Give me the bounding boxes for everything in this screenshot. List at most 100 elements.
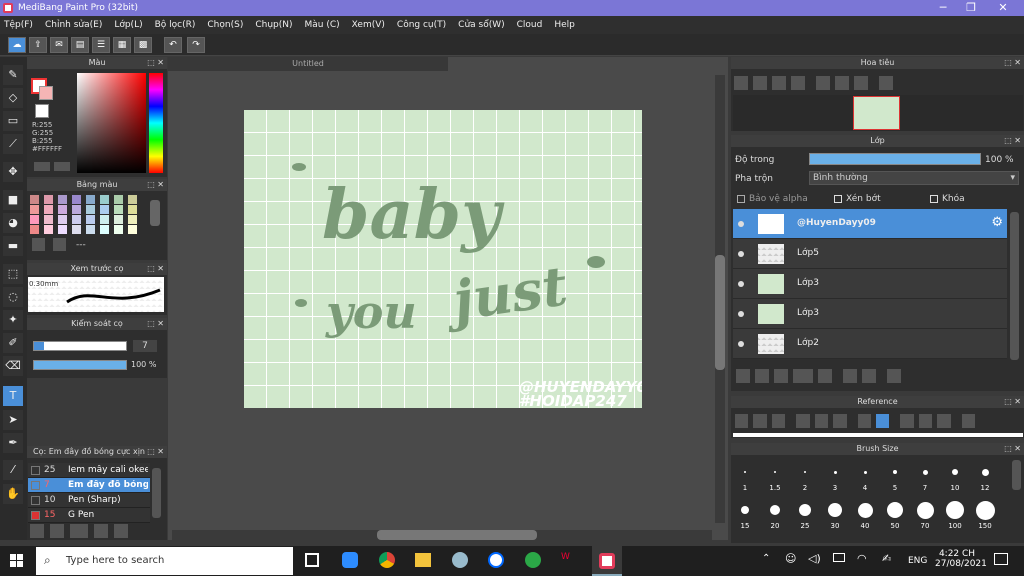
menu-view[interactable]: Xem(V) <box>352 20 385 30</box>
close-button[interactable]: ✕ <box>988 0 1018 16</box>
palette-swatch[interactable] <box>100 195 109 204</box>
paint-icon[interactable] <box>452 552 468 568</box>
brush-size-dot[interactable] <box>744 471 746 473</box>
zoom-out-icon[interactable] <box>791 76 805 90</box>
zoom-app-icon[interactable] <box>342 552 358 568</box>
new-halftone-layer-icon[interactable] <box>755 369 769 383</box>
brush-size-slider[interactable] <box>33 341 127 351</box>
select-eraser-icon[interactable]: ⌫ <box>3 356 23 376</box>
pen-icon[interactable]: ✍ <box>882 552 891 565</box>
dropper-tool-icon[interactable]: ✒ <box>3 433 23 453</box>
hand-tool-icon[interactable]: ✋ <box>3 484 23 504</box>
transparent-color-swatch[interactable] <box>35 104 49 118</box>
palette-swatch[interactable] <box>72 195 81 204</box>
brush-list-item[interactable]: 25 Iem mây cali okee <box>28 463 150 478</box>
palette-swatch[interactable] <box>30 195 39 204</box>
operation-tool-icon[interactable]: ➤ <box>3 410 23 430</box>
layer-row[interactable]: @HuyenDayy09 ⚙ <box>733 209 1007 239</box>
greenshot-icon[interactable] <box>525 552 541 568</box>
eye-icon[interactable] <box>738 341 744 347</box>
medibang-taskbar-icon[interactable] <box>592 546 622 576</box>
palette-swatch[interactable] <box>58 205 67 214</box>
brush-opacity-slider[interactable] <box>33 360 127 370</box>
brush-size-dot[interactable] <box>887 502 903 518</box>
move-tool-icon[interactable]: ✥ <box>3 162 23 182</box>
rotate-reset-icon[interactable] <box>854 76 868 90</box>
palette-swatch[interactable] <box>44 225 53 234</box>
new-palette-icon[interactable] <box>32 238 45 251</box>
palette-swatch[interactable] <box>30 205 39 214</box>
brush-size-dot[interactable] <box>975 500 995 520</box>
panel-close-icon[interactable]: ⬚ ✕ <box>1004 396 1021 408</box>
duplicate-icon[interactable] <box>114 524 128 538</box>
menu-filter[interactable]: Bộ lọc(R) <box>155 20 196 30</box>
protect-alpha-checkbox[interactable] <box>737 195 745 203</box>
brush-size-dot[interactable] <box>833 470 837 474</box>
palette-swatch[interactable] <box>72 225 81 234</box>
zoom-out-icon[interactable] <box>833 414 847 428</box>
duplicate-layer-icon[interactable] <box>843 369 857 383</box>
select-tool-icon[interactable]: ⬚ <box>3 264 23 284</box>
panel-close-icon[interactable]: ⬚ ✕ <box>147 179 164 191</box>
color-sv-picker[interactable] <box>77 73 146 173</box>
add-brush-icon[interactable] <box>70 524 88 538</box>
rotate-right-icon[interactable] <box>835 76 849 90</box>
brush-size-dot[interactable] <box>799 504 811 516</box>
menu-layer[interactable]: Lớp(L) <box>114 20 142 30</box>
menu-tools[interactable]: Công cụ(T) <box>397 20 446 30</box>
layer-row[interactable]: Lớp5 <box>733 239 1007 269</box>
grid-icon[interactable]: ▩ <box>134 37 152 53</box>
palette-swatch[interactable] <box>58 225 67 234</box>
eye-icon[interactable] <box>738 281 744 287</box>
menu-cloud[interactable]: Cloud <box>517 20 543 30</box>
horizontal-scrollbar[interactable] <box>172 530 712 540</box>
menu-help[interactable]: Help <box>554 20 575 30</box>
zoom-in-icon[interactable] <box>796 414 810 428</box>
text-tool-icon[interactable]: T <box>3 386 23 406</box>
panel-close-icon[interactable]: ⬚ ✕ <box>147 446 164 458</box>
merge-layer-icon[interactable] <box>862 369 876 383</box>
language-indicator[interactable]: ENG <box>908 556 927 566</box>
palette-swatch[interactable] <box>114 195 123 204</box>
cloud-icon[interactable]: ☁ <box>8 37 26 53</box>
gradient-tool-icon[interactable]: ▬ <box>3 236 23 256</box>
brush-tool-icon[interactable]: ✎ <box>3 65 23 85</box>
grid-list-icon[interactable]: ▦ <box>113 37 131 53</box>
document-tab[interactable]: Untitled <box>168 57 448 71</box>
flip-icon[interactable] <box>961 414 976 428</box>
palette-swatch[interactable] <box>86 225 95 234</box>
layer-opacity-slider[interactable] <box>809 153 981 165</box>
palette-swatch[interactable] <box>72 215 81 224</box>
file-explorer-icon[interactable] <box>415 553 431 567</box>
brush-size-dot[interactable] <box>774 471 776 473</box>
palette-swatch[interactable] <box>128 225 137 234</box>
menu-snap[interactable]: Chụp(N) <box>255 20 292 30</box>
background-color-swatch[interactable] <box>39 86 53 100</box>
brush-size-dot[interactable] <box>952 469 958 475</box>
palette-swatch[interactable] <box>128 195 137 204</box>
brush-size-value[interactable]: 7 <box>133 340 157 352</box>
palette-swatch[interactable] <box>114 215 123 224</box>
close-icon[interactable] <box>771 414 786 428</box>
upload-icon[interactable]: ⇪ <box>29 37 47 53</box>
eye-icon[interactable] <box>738 251 744 257</box>
brush-size-dot[interactable] <box>922 469 928 475</box>
panel-close-icon[interactable]: ⬚ ✕ <box>147 318 164 330</box>
palette-swatch[interactable] <box>100 225 109 234</box>
bucket-tool-icon[interactable]: ◕ <box>3 213 23 233</box>
undo-icon[interactable]: ↶ <box>164 37 182 53</box>
palette-swatch[interactable] <box>86 195 95 204</box>
chrome-icon[interactable] <box>379 552 395 568</box>
brush-size-dot[interactable] <box>804 471 806 473</box>
brush-list-item[interactable]: 15 G Pen <box>28 508 150 523</box>
lasso-tool-icon[interactable]: ◌ <box>3 287 23 307</box>
trash-icon[interactable] <box>887 369 901 383</box>
palette-swatch[interactable] <box>72 205 81 214</box>
palette-swatch[interactable] <box>114 205 123 214</box>
panel-close-icon[interactable]: ⬚ ✕ <box>1004 135 1021 147</box>
line-tool-icon[interactable]: ⟋ <box>3 134 23 154</box>
palette-swatch[interactable] <box>128 215 137 224</box>
brush-size-dot[interactable] <box>863 470 867 474</box>
eye-icon[interactable] <box>738 311 744 317</box>
zalo-icon[interactable] <box>488 552 504 568</box>
